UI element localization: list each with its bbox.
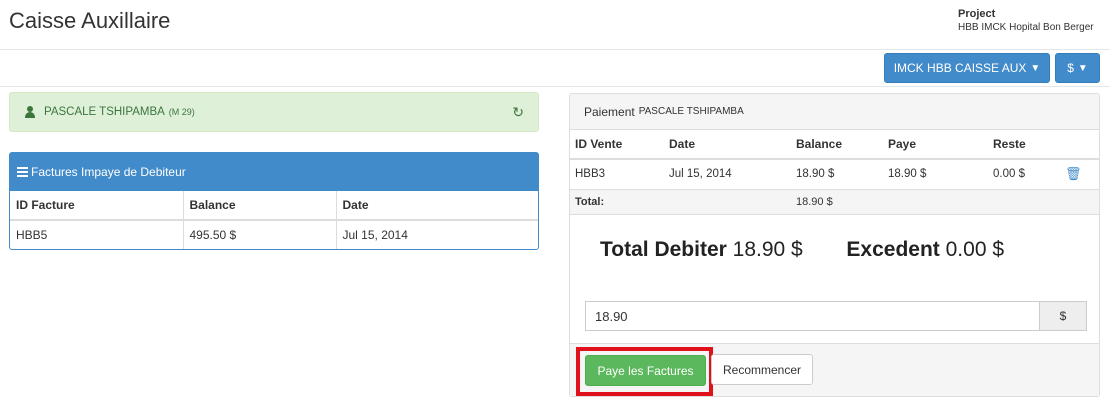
- column-header-actions: [1060, 130, 1099, 160]
- table-cell: Jul 15, 2014: [664, 159, 791, 190]
- unpaid-invoices-table: ID Facture Balance Date HBB5 495.50 $ Ju…: [10, 191, 538, 249]
- column-header: ID Facture: [10, 191, 184, 221]
- total-balance: 18.90 $: [791, 189, 883, 215]
- header-divider: [0, 49, 1110, 50]
- caisse-dropdown-label: IMCK HBB CAISSE AUX: [893, 61, 1027, 75]
- table-total-row: Total: 18.90 $: [570, 189, 1099, 215]
- table-cell: 18.90 $: [883, 159, 988, 190]
- client-meta: (M 29): [168, 107, 195, 117]
- unpaid-invoices-panel: Factures Impaye de Debiteur ID Facture B…: [9, 152, 539, 250]
- payment-footer: Paye les Factures Recommencer: [570, 343, 1099, 396]
- caret-down-icon: ▼: [1030, 62, 1041, 74]
- page-title: Caisse Auxillaire: [9, 8, 171, 33]
- amount-input[interactable]: [585, 301, 1039, 331]
- list-icon: [17, 167, 28, 177]
- table-row[interactable]: HBB5 495.50 $ Jul 15, 2014: [10, 220, 538, 249]
- excedent-label: Excedent: [846, 238, 940, 261]
- payment-title: Paiement: [584, 104, 635, 119]
- amount-input-group: $: [585, 301, 1087, 331]
- column-header: Balance: [183, 191, 337, 221]
- payment-panel: Paiement PASCALE TSHIPAMBA ID Vente Date…: [569, 93, 1100, 397]
- currency-dropdown-button[interactable]: $ ▼: [1055, 53, 1100, 83]
- project-info: Project HBB IMCK Hopital Bon Berger: [958, 7, 1094, 35]
- table-cell-actions: 🗑: [1060, 159, 1099, 190]
- trash-icon[interactable]: 🗑: [1065, 166, 1082, 181]
- client-alert: PASCALE TSHIPAMBA (M 29) ↻: [9, 92, 539, 132]
- column-header: Reste: [988, 130, 1060, 160]
- currency-addon: $: [1039, 301, 1087, 331]
- total-debit-value: 18.90 $: [732, 238, 803, 261]
- total-debit-label: Total Debiter: [600, 238, 727, 261]
- project-value: HBB IMCK Hopital Bon Berger: [958, 22, 1094, 33]
- currency-dropdown-label: $: [1067, 61, 1074, 75]
- table-cell: 495.50 $: [183, 220, 337, 249]
- user-icon: [24, 106, 36, 118]
- payment-header: Paiement PASCALE TSHIPAMBA: [570, 94, 1099, 130]
- column-header: Balance: [791, 130, 883, 160]
- unpaid-invoices-header: Factures Impaye de Debiteur: [10, 153, 538, 191]
- toolbar-divider: [0, 86, 1110, 87]
- payment-payer-name: PASCALE TSHIPAMBA: [638, 106, 744, 117]
- total-label: Total:: [570, 189, 664, 215]
- table-cell: Jul 15, 2014: [342, 228, 408, 242]
- unpaid-invoices-title: Factures Impaye de Debiteur: [31, 165, 186, 179]
- caisse-dropdown-button[interactable]: IMCK HBB CAISSE AUX ▼: [884, 53, 1050, 83]
- refresh-icon[interactable]: ↻: [512, 104, 524, 121]
- table-header-row: ID Vente Date Balance Paye Reste: [570, 130, 1099, 160]
- caret-down-icon: ▼: [1077, 62, 1088, 74]
- pay-invoices-button[interactable]: Paye les Factures: [585, 355, 706, 386]
- payment-summary: Total Debiter 18.90 $ Excedent 0.00 $: [600, 234, 1070, 266]
- reset-button[interactable]: Recommencer: [711, 354, 813, 385]
- project-label: Project: [958, 8, 996, 20]
- column-header: Paye: [883, 130, 988, 160]
- payment-table: ID Vente Date Balance Paye Reste HBB3 Ju…: [570, 130, 1099, 215]
- table-cell: 0.00 $: [988, 159, 1060, 190]
- table-row: HBB3 Jul 15, 2014 18.90 $ 18.90 $ 0.00 $…: [570, 159, 1099, 190]
- column-header: Date: [664, 130, 791, 160]
- table-cell: 18.90 $: [791, 159, 883, 190]
- table-header-row: ID Facture Balance Date: [10, 191, 538, 221]
- table-cell: HBB3: [570, 159, 664, 190]
- column-header: Date: [336, 191, 538, 221]
- table-cell: HBB5: [10, 220, 184, 249]
- excedent-value: 0.00 $: [945, 238, 1005, 261]
- column-header: ID Vente: [570, 130, 664, 160]
- client-name: PASCALE TSHIPAMBA: [44, 106, 165, 118]
